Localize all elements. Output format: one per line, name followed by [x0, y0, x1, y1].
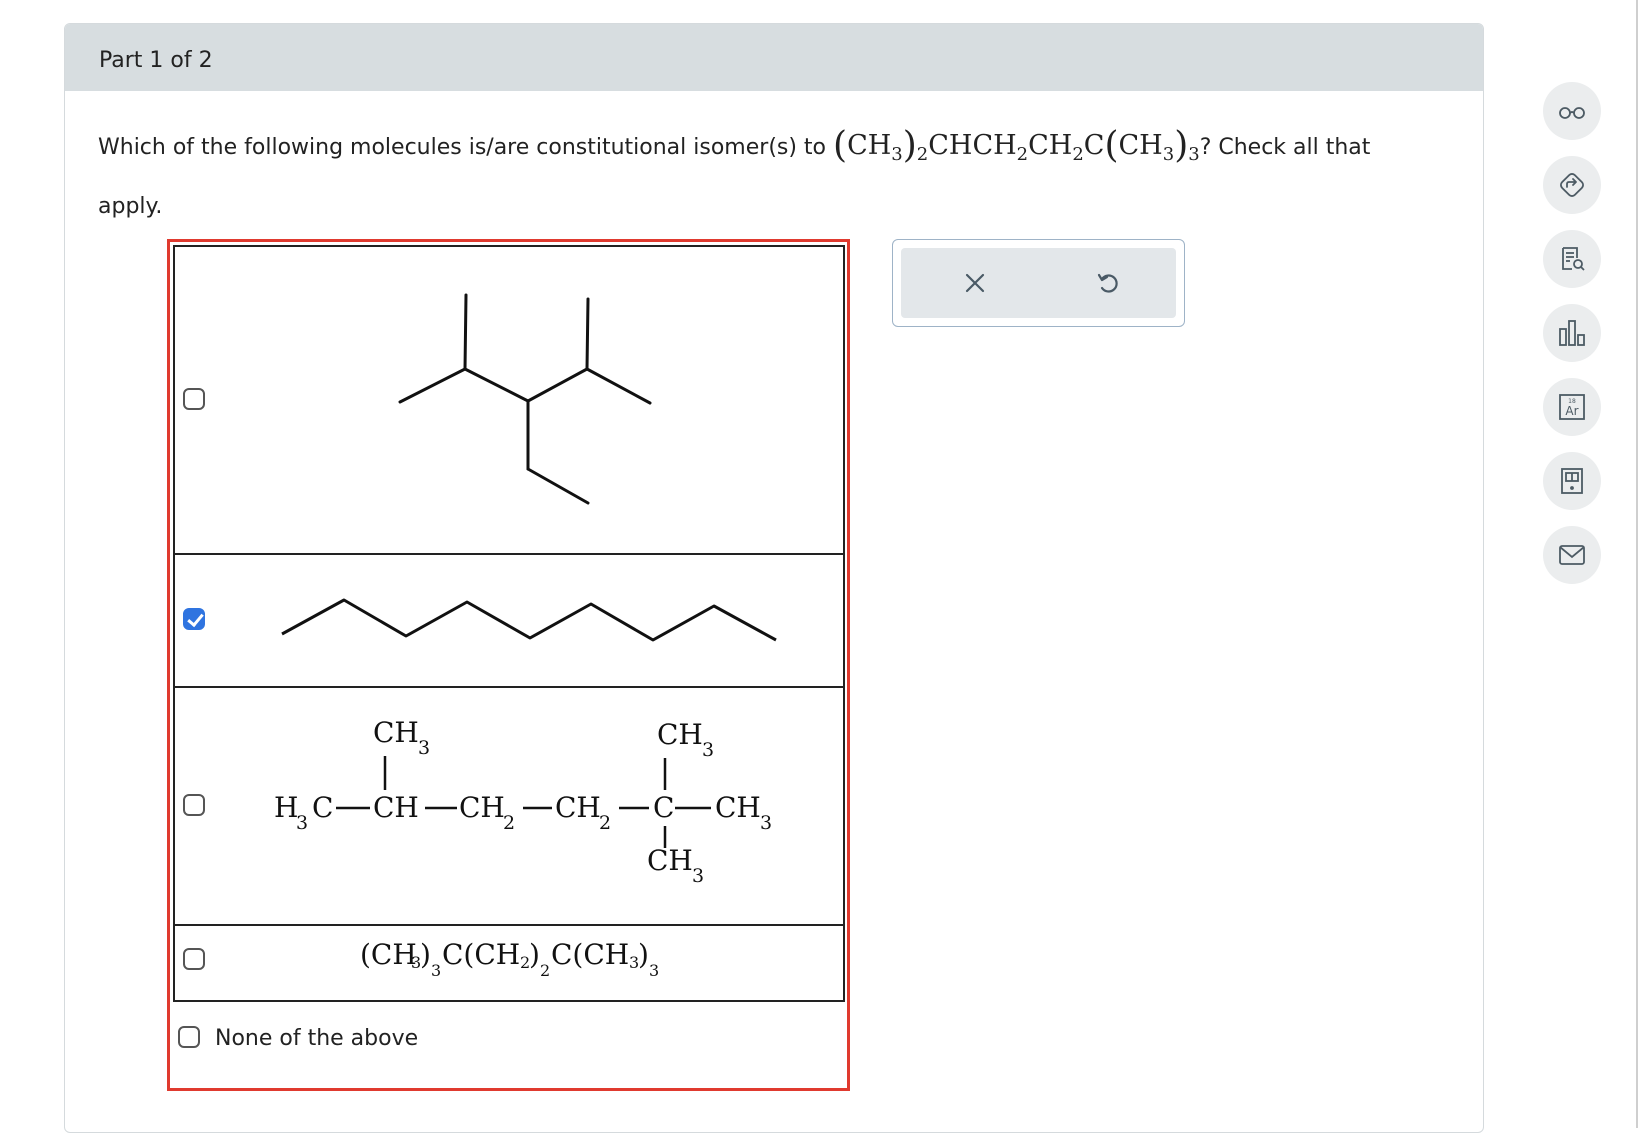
none-of-the-above-label[interactable]: None of the above: [215, 1026, 418, 1051]
periodic-table-icon: 18Ar: [1559, 394, 1585, 420]
svg-text:C: C: [312, 791, 333, 824]
arrow-diamond-button[interactable]: [1543, 156, 1601, 214]
target-formula: (CH3)2CHCH2CH2C(CH3)3: [833, 125, 1200, 166]
branched-skeletal-structure: [398, 293, 652, 505]
svg-text:C(CH: C(CH: [442, 938, 520, 971]
choice-row-4[interactable]: (CH 3 ) 3 C(CH 2 ) 2 C(CH 3 ) 3: [175, 924, 843, 1000]
svg-text:3: 3: [296, 812, 308, 834]
svg-text:3: 3: [692, 865, 704, 887]
mail-icon: [1559, 545, 1585, 565]
condensed-formula: (CH 3 ) 3 C(CH 2 ) 2 C(CH 3 ) 3: [360, 938, 659, 980]
question-suffix-2: apply.: [98, 194, 163, 219]
svg-text:): ): [529, 938, 540, 971]
answer-toolbar: [892, 239, 1185, 327]
notes-icon: [1562, 247, 1585, 271]
bar-chart-icon: [1559, 320, 1585, 346]
bar-chart-button[interactable]: [1543, 304, 1601, 362]
svg-text:2: 2: [540, 961, 550, 980]
periodic-table-button[interactable]: 18 Ar: [1543, 378, 1601, 436]
calculator-button[interactable]: [1543, 452, 1601, 510]
svg-text:): ): [420, 938, 431, 971]
clear-button[interactable]: [957, 265, 993, 301]
condensed-structure: CH 3 CH 3 H 3 C CH CH 2 CH 2 C CH 3 CH 3: [274, 716, 772, 887]
svg-text:C: C: [653, 791, 674, 824]
svg-text:3: 3: [418, 737, 430, 759]
choice-row-3[interactable]: CH 3 CH 3 H 3 C CH CH 2 CH 2 C CH 3 CH 3: [175, 686, 843, 926]
svg-text:CH: CH: [715, 791, 761, 824]
svg-text:H: H: [274, 791, 298, 824]
svg-text:): ): [638, 938, 649, 971]
question-prefix: Which of the following molecules is/are …: [98, 135, 827, 160]
notes-button[interactable]: [1543, 230, 1601, 288]
glasses-button[interactable]: [1543, 82, 1601, 140]
calculator-icon: [1561, 468, 1583, 494]
arrow-diamond-icon: [1560, 173, 1584, 197]
x-icon: [965, 273, 985, 293]
svg-text:CH: CH: [373, 791, 419, 824]
none-checkbox[interactable]: [178, 1026, 200, 1048]
choice-row-2[interactable]: [175, 553, 843, 688]
svg-text:(CH: (CH: [360, 938, 417, 971]
svg-text:2: 2: [503, 812, 515, 834]
svg-text:CH: CH: [373, 716, 419, 749]
choice-table: CH 3 CH 3 H 3 C CH CH 2 CH 2 C CH 3 CH 3…: [173, 245, 845, 1002]
part-label: Part 1 of 2: [99, 48, 213, 73]
question-text: Which of the following molecules is/are …: [98, 120, 1478, 233]
card-header: Part 1 of 2: [65, 24, 1483, 91]
svg-text:3: 3: [431, 961, 441, 980]
toolbar-inner: [901, 248, 1176, 318]
choice-row-1[interactable]: [175, 247, 843, 555]
chain-skeletal-structure: [281, 598, 777, 642]
undo-icon: [1097, 273, 1118, 293]
svg-text:3: 3: [760, 812, 772, 834]
question-suffix: ? Check all that: [1199, 135, 1371, 160]
svg-text:Ar: Ar: [1565, 404, 1578, 418]
svg-text:CH: CH: [459, 791, 505, 824]
scrollbar[interactable]: [1636, 0, 1638, 1128]
mail-button[interactable]: [1543, 526, 1601, 584]
answer-choices: CH 3 CH 3 H 3 C CH CH 2 CH 2 C CH 3 CH 3…: [167, 239, 850, 1091]
svg-text:CH: CH: [555, 791, 601, 824]
svg-text:3: 3: [649, 961, 659, 980]
svg-text:CH: CH: [657, 718, 703, 751]
svg-text:3: 3: [702, 739, 714, 761]
glasses-icon: [1559, 107, 1585, 119]
svg-text:C(CH: C(CH: [551, 938, 629, 971]
svg-text:CH: CH: [647, 844, 693, 877]
svg-text:2: 2: [599, 812, 611, 834]
undo-button[interactable]: [1091, 265, 1127, 301]
